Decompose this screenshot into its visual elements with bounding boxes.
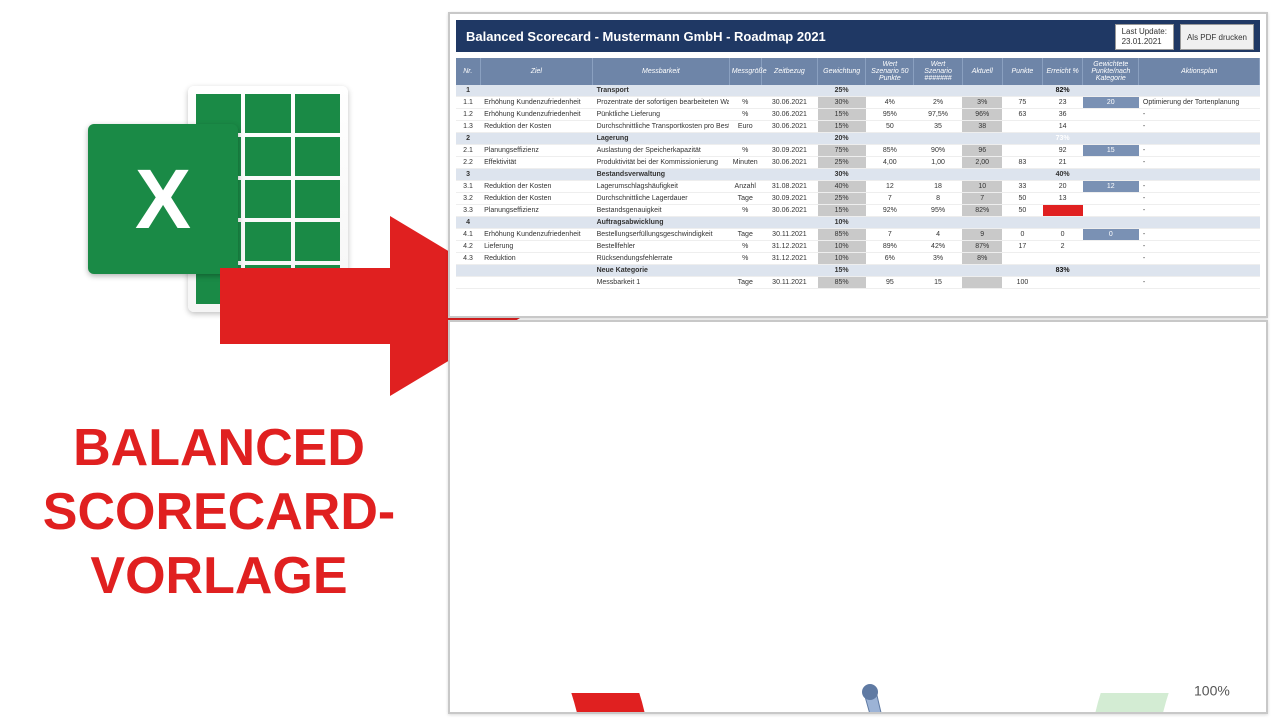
- table-header: Nr.: [456, 58, 480, 85]
- category-row: 3Bestandsverwaltung30%40%: [456, 169, 1260, 181]
- table-row: Messbarkeit 1Tage30.11.202185%9515100-: [456, 277, 1260, 289]
- table-header: Aktionsplan: [1139, 58, 1260, 85]
- stage: X BALANCED SCORECARD- VORLAGE Balanced S…: [0, 0, 1280, 720]
- table-header-row: Nr.ZielMessbarkeitMessgrößeZeitbezugGewi…: [456, 58, 1260, 85]
- caption-line-2: SCORECARD-: [14, 480, 424, 544]
- table-row: 2.1PlanungseffizienzAuslastung der Speic…: [456, 145, 1260, 157]
- table-row: 4.1Erhöhung KundenzufriedenheitBestellun…: [456, 229, 1260, 241]
- caption-line-1: BALANCED: [14, 416, 424, 480]
- last-update-label: Last Update:: [1122, 27, 1167, 37]
- category-row: 1Transport25%82%: [456, 85, 1260, 97]
- table-row: 3.2Reduktion der KostenDurchschnittliche…: [456, 193, 1260, 205]
- table-row: 1.1Erhöhung KundenzufriedenheitProzentra…: [456, 97, 1260, 109]
- table-header: Punkte: [1002, 58, 1042, 85]
- category-row: 2Lagerung20%73%: [456, 133, 1260, 145]
- table-row: 2.2EffektivitätProduktivität bei der Kom…: [456, 157, 1260, 169]
- last-update-date: 23.01.2021: [1122, 37, 1167, 47]
- category-row: 4Auftragsabwicklung10%: [456, 217, 1260, 229]
- scorecard-panel: Balanced Scorecard - Mustermann GmbH - R…: [448, 12, 1268, 318]
- table-row: 3.1Reduktion der KostenLagerumschlagshäu…: [456, 181, 1260, 193]
- caption-line-3: VORLAGE: [14, 544, 424, 608]
- table-row: 4.3ReduktionRücksendungsfehlerrate%31.12…: [456, 253, 1260, 265]
- table-row: 3.3PlanungseffizienzBestandsgenauigkeit%…: [456, 205, 1260, 217]
- caption-block: BALANCED SCORECARD- VORLAGE: [14, 416, 424, 608]
- table-header: Wert Szenario 50 Punkte: [866, 58, 914, 85]
- table-row: 1.2Erhöhung KundenzufriedenheitPünktlich…: [456, 109, 1260, 121]
- last-update-box: Last Update: 23.01.2021: [1115, 24, 1174, 50]
- gauge-svg: 10%20%30%40%50%60%70%80%90%100%: [450, 322, 1266, 712]
- table-header: Zeitbezug: [761, 58, 817, 85]
- table-header: Wert Szenario #######: [914, 58, 962, 85]
- table-header: Erreicht %: [1043, 58, 1083, 85]
- table-header: Gewichtete Punkte/nach Kategorie: [1083, 58, 1139, 85]
- export-pdf-button[interactable]: Als PDF drucken: [1180, 24, 1254, 50]
- category-row: Neue Kategorie15%83%: [456, 265, 1260, 277]
- table-header: Aktuell: [962, 58, 1002, 85]
- table-row: 4.2LieferungBestellfehler%31.12.202110%8…: [456, 241, 1260, 253]
- table-header: Messbarkeit: [593, 58, 730, 85]
- scorecard-table: Nr.ZielMessbarkeitMessgrößeZeitbezugGewi…: [456, 58, 1260, 289]
- table-header: Ziel: [480, 58, 592, 85]
- table-header: Gewichtung: [818, 58, 866, 85]
- scorecard-meta: Last Update: 23.01.2021 Als PDF drucken: [1115, 24, 1254, 50]
- excel-badge-icon: X: [88, 124, 238, 274]
- table-row: 1.3Reduktion der KostenDurchschnittliche…: [456, 121, 1260, 133]
- gauge-panel: 10%20%30%40%50%60%70%80%90%100%: [448, 320, 1268, 714]
- table-header: Messgröße: [729, 58, 761, 85]
- gauge-chart: 10%20%30%40%50%60%70%80%90%100%: [450, 322, 1266, 712]
- gauge-tick-label: 100%: [1194, 683, 1230, 699]
